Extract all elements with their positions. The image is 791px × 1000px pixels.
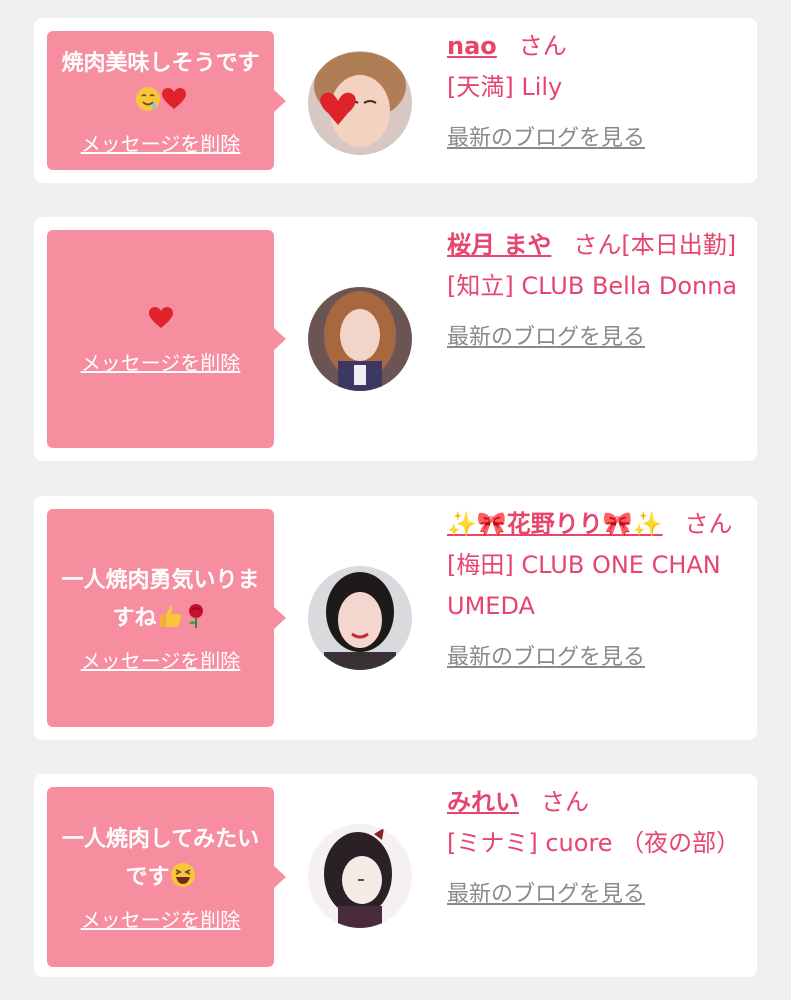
honorific: さん [573, 231, 622, 259]
message-card: 一人焼肉してみたいです メッセージを削除 みれい さん [ミナミ] cuore （… [34, 774, 757, 977]
view-latest-blog-link[interactable]: 最新のブログを見る [447, 317, 645, 358]
sender-info: みれい さん [ミナミ] cuore （夜の部） 最新のブログを見る [447, 782, 747, 915]
shop-name: [知立] CLUB Bella Donna [447, 272, 738, 300]
sender-name-row: みれい さん [447, 782, 747, 823]
delete-message-link[interactable]: メッセージを削除 [81, 907, 241, 933]
delete-message-link[interactable]: メッセージを削除 [81, 350, 241, 376]
avatar[interactable] [308, 824, 412, 928]
avatar[interactable] [308, 51, 412, 155]
message-text: 焼肉美味しそうです [57, 45, 264, 121]
message-bubble: 一人焼肉してみたいです メッセージを削除 [47, 787, 286, 967]
sender-info: nao さん [天満] Lily 最新のブログを見る [447, 26, 747, 159]
sender-suffix: [本日出勤] [621, 231, 737, 259]
message-text [148, 302, 174, 340]
view-latest-blog-link[interactable]: 最新のブログを見る [447, 118, 645, 159]
sender-name-link[interactable]: nao [447, 32, 497, 60]
message-bubble: 焼肉美味しそうです メッセージを削除 [47, 31, 286, 170]
view-latest-blog-link[interactable]: 最新のブログを見る [447, 637, 645, 678]
message-bubble: メッセージを削除 [47, 230, 286, 448]
drooling-face-icon [135, 86, 161, 112]
sender-name-link[interactable]: みれい [447, 788, 519, 816]
delete-message-link[interactable]: メッセージを削除 [81, 131, 241, 157]
shop-name: [天満] Lily [447, 73, 563, 101]
sender-name-row: 桜月 まや さん[本日出勤] [447, 225, 747, 266]
message-card: メッセージを削除 桜月 まや さん[本日出勤] [知立] CLUB Bella D… [34, 217, 757, 461]
honorific: さん [518, 32, 567, 60]
message-text: 一人焼肉勇気いりますね [57, 562, 264, 638]
honorific: さん [684, 510, 733, 538]
message-text-content: 焼肉美味しそうです [61, 50, 260, 76]
avatar[interactable] [308, 566, 412, 670]
sender-info: 桜月 まや さん[本日出勤] [知立] CLUB Bella Donna 最新のブ… [447, 225, 747, 358]
message-card: 一人焼肉勇気いりますね メッセージを削除 ✨🎀花野りり🎀✨ さん [梅田] CLU… [34, 496, 757, 740]
rose-icon [183, 603, 209, 629]
sender-name-link[interactable]: 桜月 まや [447, 231, 551, 259]
sender-name-row: nao さん [447, 26, 747, 67]
shop-name: [ミナミ] cuore （夜の部） [447, 829, 741, 857]
shop-name: [梅田] CLUB ONE CHAN UMEDA [447, 551, 721, 620]
grinning-squinting-face-icon [170, 862, 196, 888]
sender-info: ✨🎀花野りり🎀✨ さん [梅田] CLUB ONE CHAN UMEDA 最新のブ… [447, 504, 747, 678]
sender-name-link[interactable]: ✨🎀花野りり🎀✨ [447, 510, 663, 538]
message-list: 焼肉美味しそうです メッセージを削除 nao さん [天満] Lily 最新のブロ… [0, 0, 791, 1000]
message-text: 一人焼肉してみたいです [57, 821, 264, 897]
sender-name-row: ✨🎀花野りり🎀✨ さん [447, 504, 747, 545]
thumbs-up-icon [157, 603, 183, 629]
honorific: さん [541, 788, 589, 816]
delete-message-link[interactable]: メッセージを削除 [81, 648, 241, 674]
message-card: 焼肉美味しそうです メッセージを削除 nao さん [天満] Lily 最新のブロ… [34, 18, 757, 183]
view-latest-blog-link[interactable]: 最新のブログを見る [447, 874, 645, 915]
red-heart-icon [148, 305, 174, 329]
red-heart-icon [161, 86, 187, 110]
message-text-content: 一人焼肉してみたいです [61, 827, 260, 890]
message-bubble: 一人焼肉勇気いりますね メッセージを削除 [47, 509, 286, 727]
avatar[interactable] [308, 287, 412, 391]
